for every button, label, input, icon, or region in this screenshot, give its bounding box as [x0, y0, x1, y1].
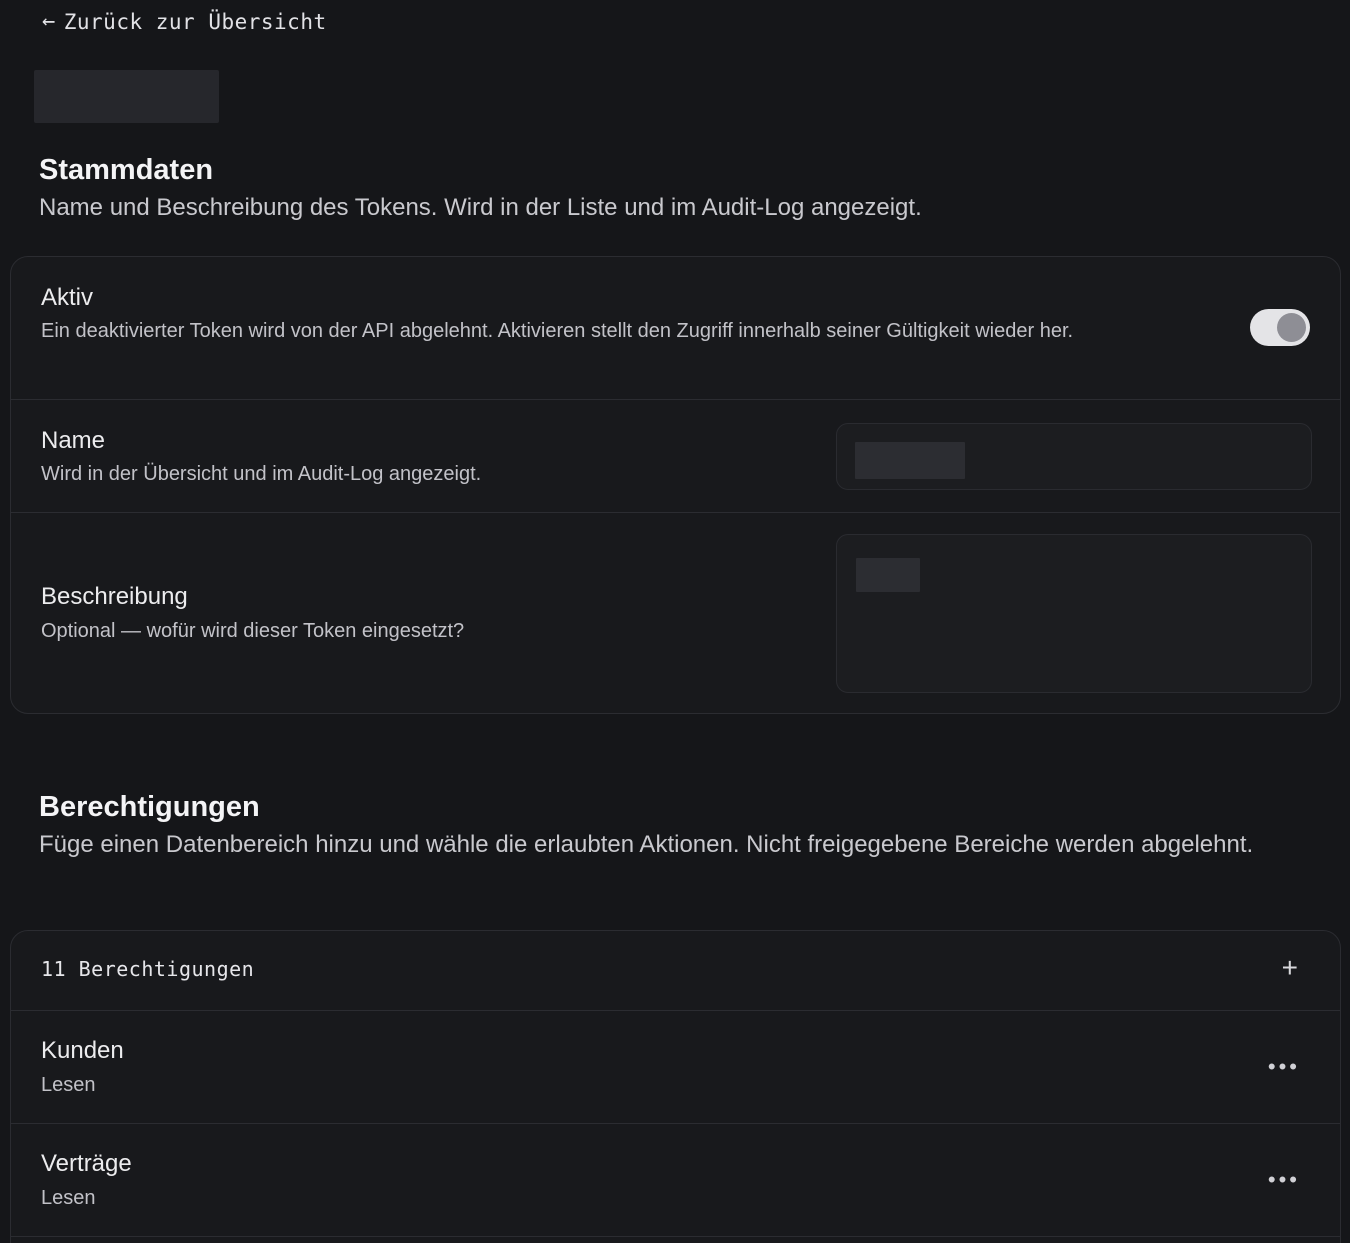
name-description: Wird in der Übersicht und im Audit-Log a… — [41, 463, 482, 485]
beschreibung-row: Beschreibung Optional — wofür wird diese… — [11, 513, 1340, 713]
more-horizontal-icon[interactable]: ••• — [1268, 1056, 1300, 1078]
active-toggle[interactable] — [1250, 309, 1310, 346]
token-title-placeholder — [34, 70, 219, 123]
permissions-header-row: 11 Berechtigungen + — [11, 931, 1340, 1011]
arrow-left-icon: ← — [42, 9, 56, 34]
permission-row[interactable] — [11, 1237, 1340, 1243]
plus-icon[interactable]: + — [1282, 953, 1298, 983]
permission-name: Kunden — [41, 1037, 124, 1064]
beschreibung-textarea[interactable] — [836, 534, 1312, 693]
stammdaten-header: Stammdaten Name und Beschreibung des Tok… — [39, 152, 922, 226]
toggle-knob — [1277, 313, 1306, 342]
stammdaten-description: Name und Beschreibung des Tokens. Wird i… — [39, 194, 922, 221]
more-horizontal-icon[interactable]: ••• — [1268, 1169, 1300, 1191]
stammdaten-title: Stammdaten — [39, 154, 214, 186]
permission-name: Verträge — [41, 1150, 132, 1177]
beschreibung-value-placeholder — [856, 558, 920, 592]
beschreibung-description: Optional — wofür wird dieser Token einge… — [41, 620, 465, 642]
berechtigungen-description: Füge einen Datenbereich hinzu und wähle … — [39, 831, 1254, 858]
name-input[interactable] — [836, 423, 1312, 490]
permission-row[interactable]: Verträge Lesen ••• — [11, 1124, 1340, 1237]
name-row: Name Wird in der Übersicht und im Audit-… — [11, 400, 1340, 513]
active-label: Aktiv — [41, 284, 94, 311]
token-edit-page: ← Zurück zur Übersicht Stammdaten Name u… — [0, 0, 1350, 1243]
permissions-count: 11 Berechtigungen — [41, 957, 255, 981]
berechtigungen-card: 11 Berechtigungen + Kunden Lesen ••• Ver… — [10, 930, 1341, 1243]
permission-access: Lesen — [41, 1187, 96, 1209]
berechtigungen-title: Berechtigungen — [39, 791, 260, 823]
name-label: Name — [41, 427, 106, 454]
beschreibung-label: Beschreibung — [41, 583, 188, 610]
permission-row[interactable]: Kunden Lesen ••• — [11, 1011, 1340, 1124]
permission-access: Lesen — [41, 1074, 96, 1096]
active-row: Aktiv Ein deaktivierter Token wird von d… — [11, 257, 1340, 400]
name-value-placeholder — [855, 442, 965, 479]
back-link-label: Zurück zur Übersicht — [63, 10, 327, 34]
stammdaten-card: Aktiv Ein deaktivierter Token wird von d… — [10, 256, 1341, 714]
active-description: Ein deaktivierter Token wird von der API… — [41, 320, 1074, 342]
back-link[interactable]: ← Zurück zur Übersicht — [42, 10, 327, 34]
berechtigungen-header: Berechtigungen Füge einen Datenbereich h… — [39, 789, 1253, 863]
